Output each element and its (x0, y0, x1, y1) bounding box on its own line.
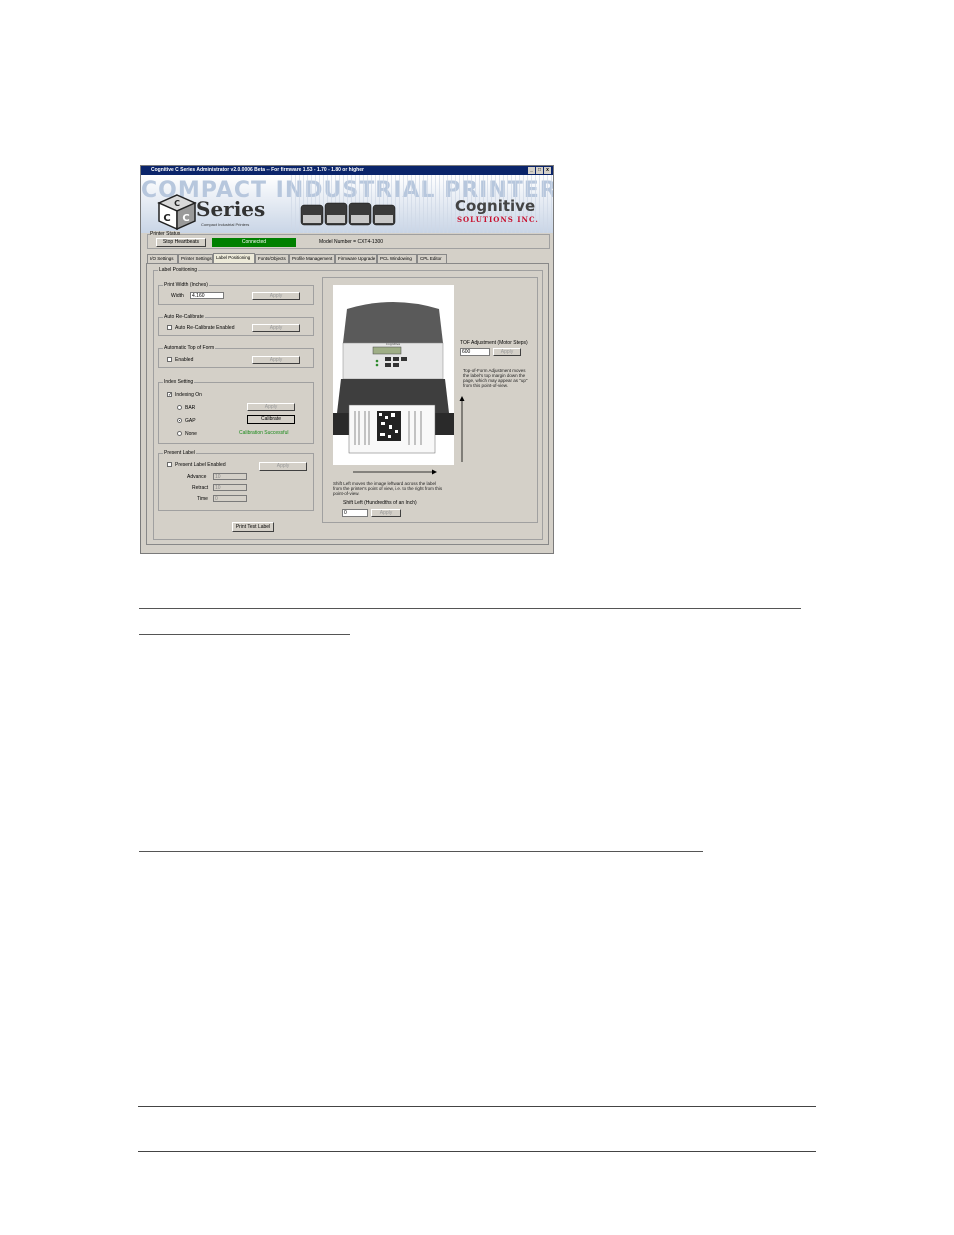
label-positioning-title: Label Positioning (158, 267, 199, 273)
stop-heartbeats-button[interactable]: Stop Heartbeats (156, 238, 206, 247)
preview-group: Cognitive TOF Adjustment (Motor Steps) 6… (322, 277, 538, 523)
auto-recalibrate-checkbox[interactable] (167, 325, 172, 330)
tof-adjustment-input[interactable]: 600 (460, 348, 490, 356)
retract-input[interactable]: 10 (213, 484, 247, 491)
printer-status-title: Printer Status (150, 231, 181, 237)
maximize-icon[interactable]: □ (536, 167, 543, 174)
radio-gap-label: GAP (185, 418, 196, 424)
right-arrow-icon (353, 469, 437, 475)
radio-bar[interactable] (177, 405, 182, 410)
up-arrow-icon (459, 396, 465, 462)
time-input[interactable]: 0 (213, 495, 247, 502)
svg-text:C: C (182, 213, 189, 224)
printers-photo (300, 202, 396, 226)
present-label-checkbox-label: Present Label Enabled (175, 462, 226, 468)
radio-gap[interactable] (177, 418, 182, 423)
tab-label-positioning[interactable]: Label Positioning (213, 253, 255, 263)
index-setting-title: Index Setting (163, 379, 195, 385)
footer-rule-top (138, 1106, 816, 1107)
tof-description: Top-of-Form Adjustment moves the label's… (463, 368, 528, 388)
svg-text:C: C (163, 213, 170, 224)
brand-name: Cognitive (455, 197, 536, 215)
shift-left-input[interactable]: 0 (342, 509, 368, 517)
calibration-status: Calibration Successful (239, 430, 289, 436)
present-label-checkbox[interactable] (167, 462, 172, 467)
svg-text:C: C (174, 199, 180, 208)
advance-label: Advance (187, 474, 207, 480)
tof-enabled-checkbox[interactable] (167, 357, 172, 362)
auto-top-of-form-group: Automatic Top of Form Enabled Apply (158, 345, 314, 368)
auto-recalibrate-title: Auto Re-Calibrate (163, 314, 205, 320)
tab-fonts-objects[interactable]: Fonts/Objects (255, 254, 289, 263)
connection-status-badge: Connected (212, 238, 296, 247)
footer-rule-bottom (138, 1151, 816, 1152)
present-label-group: Present Label Present Label Enabled Appl… (158, 450, 314, 511)
tab-pcl-windowing[interactable]: PCL Windowing (377, 254, 417, 263)
model-number: Model Number = CXT4-1300 (319, 239, 384, 245)
indexing-on-label: Indexing On (175, 392, 202, 398)
window-title: Cognitive C Series Administrator v2.0.00… (151, 167, 364, 173)
link-underline-1b (139, 634, 350, 635)
print-width-apply-button[interactable]: Apply (252, 292, 300, 300)
minimize-icon[interactable]: _ (528, 167, 535, 174)
index-apply-button[interactable]: Apply (247, 403, 295, 411)
brand-subtitle: SOLUTIONS INC. (457, 215, 539, 224)
time-label: Time (197, 496, 208, 502)
cube-logo-icon: C C C (157, 194, 197, 231)
printer-status-group: Printer Status Stop Heartbeats Connected… (147, 231, 550, 249)
present-label-apply-button[interactable]: Apply (259, 462, 307, 471)
tab-firmware-upgrade[interactable]: Firmware Upgrade (335, 254, 377, 263)
radio-bar-label: BAR (185, 405, 196, 411)
tof-adjustment-apply-button[interactable]: Apply (493, 348, 521, 356)
auto-recalibrate-apply-button[interactable]: Apply (252, 324, 300, 332)
printer-brand-text: Cognitive (386, 342, 400, 346)
print-width-title: Print Width (Inches) (163, 282, 209, 288)
auto-recalibrate-group: Auto Re-Calibrate Auto Re-Calibrate Enab… (158, 314, 314, 336)
close-icon[interactable]: x (544, 167, 551, 174)
link-underline-2 (139, 851, 703, 852)
calibrate-button[interactable]: Calibrate (247, 415, 295, 424)
label-positioning-group: Label Positioning Print Width (Inches) W… (153, 267, 543, 540)
tof-enabled-label: Enabled (175, 357, 194, 363)
label-positioning-panel: Label Positioning Print Width (Inches) W… (146, 263, 549, 545)
auto-top-of-form-title: Automatic Top of Form (163, 345, 216, 351)
width-input[interactable]: 4.160 (190, 292, 224, 299)
print-test-label-button[interactable]: Print Test Label (232, 522, 274, 532)
tab-printer-settings[interactable]: Printer Settings (178, 254, 213, 263)
width-label: Width (171, 293, 184, 299)
tof-apply-button[interactable]: Apply (252, 356, 300, 364)
present-label-title: Present Label (163, 450, 196, 456)
advance-input[interactable]: 10 (213, 473, 247, 480)
link-underline-1a (139, 608, 801, 609)
shift-left-apply-button[interactable]: Apply (371, 509, 401, 517)
shift-left-description: Shift Left moves the image leftward acro… (333, 481, 443, 496)
shift-left-label: Shift Left (Hundredths of an Inch) (343, 500, 417, 506)
radio-none-label: None (185, 431, 197, 437)
admin-window-screenshot: Cognitive C Series Administrator v2.0.00… (140, 165, 554, 554)
indexing-on-checkbox[interactable]: ✓ (167, 392, 172, 398)
tab-cpl-editor[interactable]: CPL Editor (417, 254, 447, 263)
tof-adjustment-label: TOF Adjustment (Motor Steps) (460, 340, 528, 346)
tab-profile-management[interactable]: Profile Management (289, 254, 335, 263)
series-tagline: Compact Industrial Printers (201, 222, 250, 227)
index-setting-group: Index Setting ✓ Indexing On BAR GAP None… (158, 379, 314, 444)
banner: COMPACT INDUSTRIAL PRINTERS C C C Series… (141, 175, 553, 233)
print-width-group: Print Width (Inches) Width 4.160 Apply (158, 282, 314, 305)
series-logo: Series (196, 197, 266, 221)
title-bar: Cognitive C Series Administrator v2.0.00… (141, 166, 553, 175)
printer-photo: Cognitive (333, 285, 454, 465)
radio-none[interactable] (177, 431, 182, 436)
retract-label: Retract (192, 485, 209, 491)
tab-io-settings[interactable]: I/O Settings (147, 254, 178, 263)
auto-recalibrate-label: Auto Re-Calibrate Enabled (175, 325, 235, 331)
